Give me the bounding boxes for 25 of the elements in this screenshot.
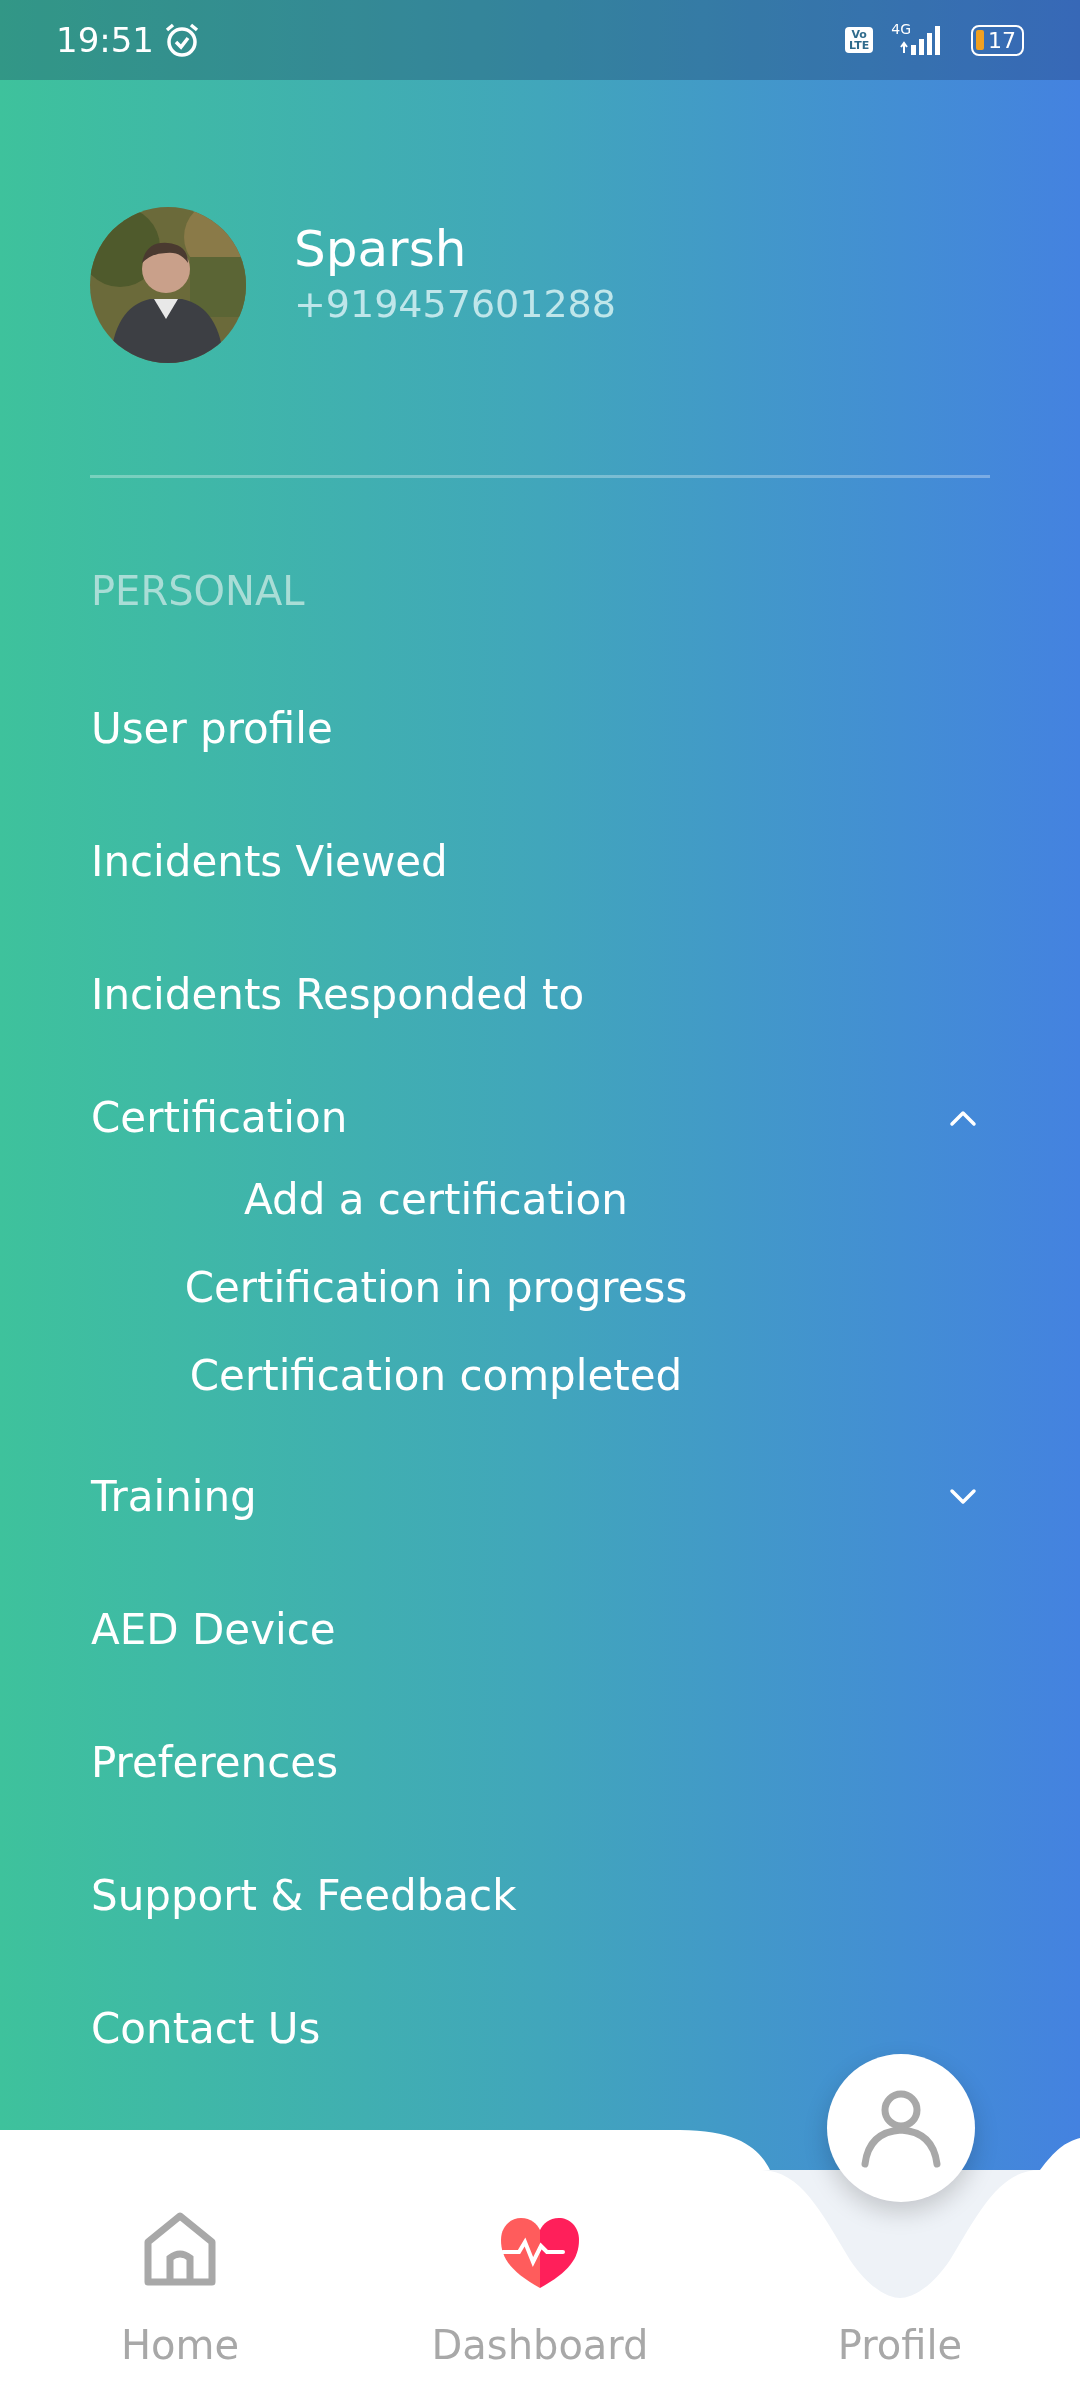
volte-badge: Vo LTE [845,27,874,53]
alarm-icon [164,22,200,58]
menu-item[interactable]: Support & Feedback [91,1871,517,1920]
menu-item[interactable]: Incidents Viewed [91,837,448,886]
submenu-item[interactable]: Add a certification [244,1156,628,1244]
menu-item[interactable]: User profile [91,704,333,753]
menu-item[interactable]: Preferences [91,1738,339,1787]
nav-tab[interactable]: Profile [837,2322,963,2400]
menu-group[interactable]: Certification [91,1093,348,1142]
battery-indicator: 17 [971,24,1024,56]
user-icon [861,2088,941,2168]
menu-item[interactable]: Incidents Responded to [91,970,585,1019]
menu-item[interactable]: AED Device [91,1605,336,1654]
section-title: PERSONAL [91,568,305,614]
user-name: Sparsh [294,220,468,278]
submenu-item[interactable]: Certification in progress [184,1244,688,1332]
menu-group[interactable]: Training [91,1472,257,1521]
nav-tab[interactable]: Home [120,2212,240,2400]
status-time: 19:51 [56,20,154,60]
submenu-item[interactable]: Certification completed [189,1332,683,1420]
nav-tab[interactable]: Dashboard [431,2218,649,2400]
network-type: 4G [891,21,911,37]
chevron-down-icon[interactable] [948,1486,978,1507]
user-phone: +919457601288 [294,282,616,326]
menu-item[interactable]: Contact Us [91,2004,321,2053]
